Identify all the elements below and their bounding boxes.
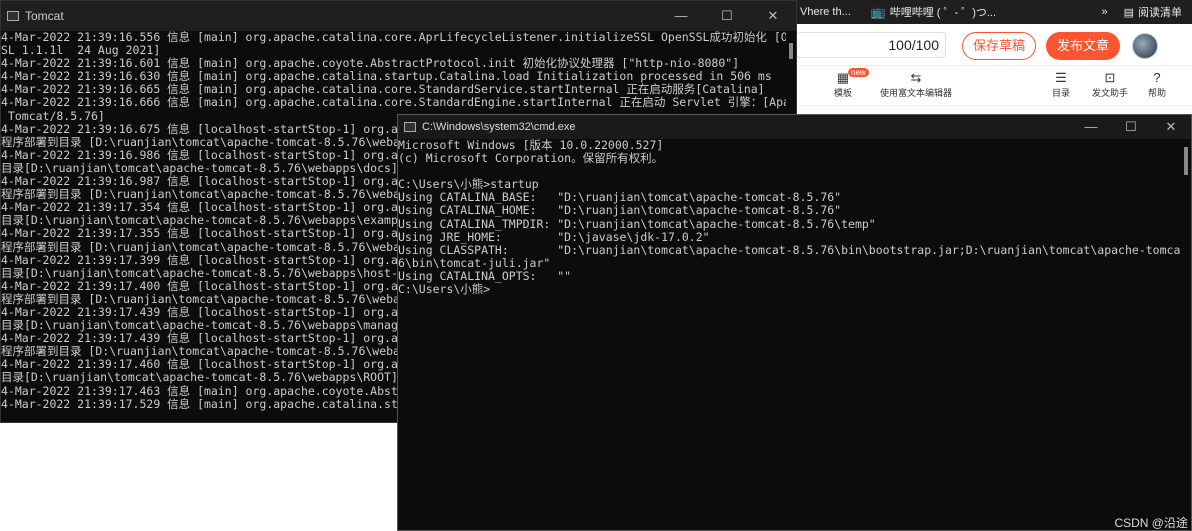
- switch-icon: ⇆: [910, 70, 922, 85]
- minimize-button[interactable]: —: [1071, 115, 1111, 139]
- maximize-button[interactable]: ☐: [1111, 115, 1151, 139]
- tomcat-titlebar[interactable]: Tomcat — ☐ ✕: [1, 1, 796, 31]
- template-button[interactable]: ▦ new 模板: [834, 68, 869, 99]
- help-icon: ?: [1153, 70, 1161, 85]
- window-title: Tomcat: [25, 9, 64, 23]
- tab-label: Vhere th...: [800, 6, 851, 18]
- window-title: C:\Windows\system32\cmd.exe: [422, 121, 576, 133]
- assistant-icon: ⊡: [1104, 70, 1116, 85]
- console-line: Using CATALINA_TMPDIR: "D:\ruanjian\tomc…: [398, 216, 876, 231]
- close-button[interactable]: ✕: [1151, 115, 1191, 139]
- save-draft-button[interactable]: 保存草稿: [962, 32, 1036, 60]
- cmd-window: C:\Windows\system32\cmd.exe — ☐ ✕ Micros…: [397, 114, 1192, 531]
- help-button[interactable]: ? 帮助: [1148, 70, 1166, 99]
- avatar[interactable]: [1132, 33, 1158, 59]
- tab-label: 阅读清单: [1138, 7, 1182, 19]
- vertical-scrollbar[interactable]: [1181, 139, 1191, 530]
- assistant-button[interactable]: ⊡ 发文助手: [1092, 70, 1128, 99]
- watermark: CSDN @沿途: [1114, 516, 1188, 530]
- browser-tab-bilibili[interactable]: 📺 哔哩哔哩 ( ゜- ゜)つ...: [861, 4, 1006, 20]
- cmd-window-icon: [404, 122, 416, 132]
- rich-text-switch-button[interactable]: ⇆ 使用富文本编辑器: [880, 70, 952, 99]
- maximize-button[interactable]: ☐: [704, 1, 750, 31]
- editor-toolbar: ▦ new 模板 ⇆ 使用富文本编辑器 ☰ 目录 ⊡ 发文助手 ? 帮助: [790, 66, 1192, 106]
- scrollbar-thumb[interactable]: [1184, 147, 1188, 175]
- console-line: Using CLASSPATH: "D:\ruanjian\tomcat\apa…: [398, 242, 1191, 257]
- more-tabs-button[interactable]: »: [1095, 6, 1113, 18]
- close-button[interactable]: ✕: [750, 1, 796, 31]
- bilibili-icon: 📺: [870, 5, 886, 19]
- editor-header: 100/100 保存草稿 发布文章: [790, 24, 1192, 66]
- title-length-counter: 100/100: [796, 32, 946, 58]
- cmd-console-output[interactable]: Microsoft Windows [版本 10.0.22000.527] (c)…: [398, 139, 1191, 530]
- reading-list-button[interactable]: ▤ 阅读清单: [1114, 4, 1192, 20]
- browser-tab-strip: Vhere th... 📺 哔哩哔哩 ( ゜- ゜)つ... » ▤ 阅读清单: [790, 0, 1192, 24]
- tab-label: 哔哩哔哩 ( ゜- ゜)つ...: [889, 7, 997, 19]
- console-line: C:\Users\小熊>: [398, 282, 491, 297]
- publish-button[interactable]: 发布文章: [1046, 32, 1120, 60]
- console-line: Using CATALINA_HOME: "D:\ruanjian\tomcat…: [398, 203, 842, 218]
- window-controls: — ☐ ✕: [658, 1, 796, 31]
- console-window-icon: [7, 11, 19, 21]
- console-line: (c) Microsoft Corporation。保留所有权利。: [398, 151, 664, 166]
- console-line: 4-Mar-2022 21:39:16.666 信息 [main] org.ap…: [1, 95, 787, 110]
- scrollbar-thumb[interactable]: [789, 43, 793, 59]
- console-line: 6\bin\tomcat-juli.jar": [398, 255, 551, 270]
- new-badge: new: [848, 68, 869, 77]
- toc-icon: ☰: [1055, 70, 1067, 85]
- browser-tab[interactable]: Vhere th...: [790, 6, 861, 18]
- minimize-button[interactable]: —: [658, 1, 704, 31]
- console-line: Using CATALINA_OPTS: "": [398, 268, 572, 283]
- toc-button[interactable]: ☰ 目录: [1052, 70, 1070, 99]
- console-line: Using JRE_HOME: "D:\javase\jdk-17.0.2": [398, 229, 710, 244]
- reading-list-icon: ▤: [1123, 6, 1134, 19]
- cmd-titlebar[interactable]: C:\Windows\system32\cmd.exe — ☐ ✕: [398, 115, 1191, 139]
